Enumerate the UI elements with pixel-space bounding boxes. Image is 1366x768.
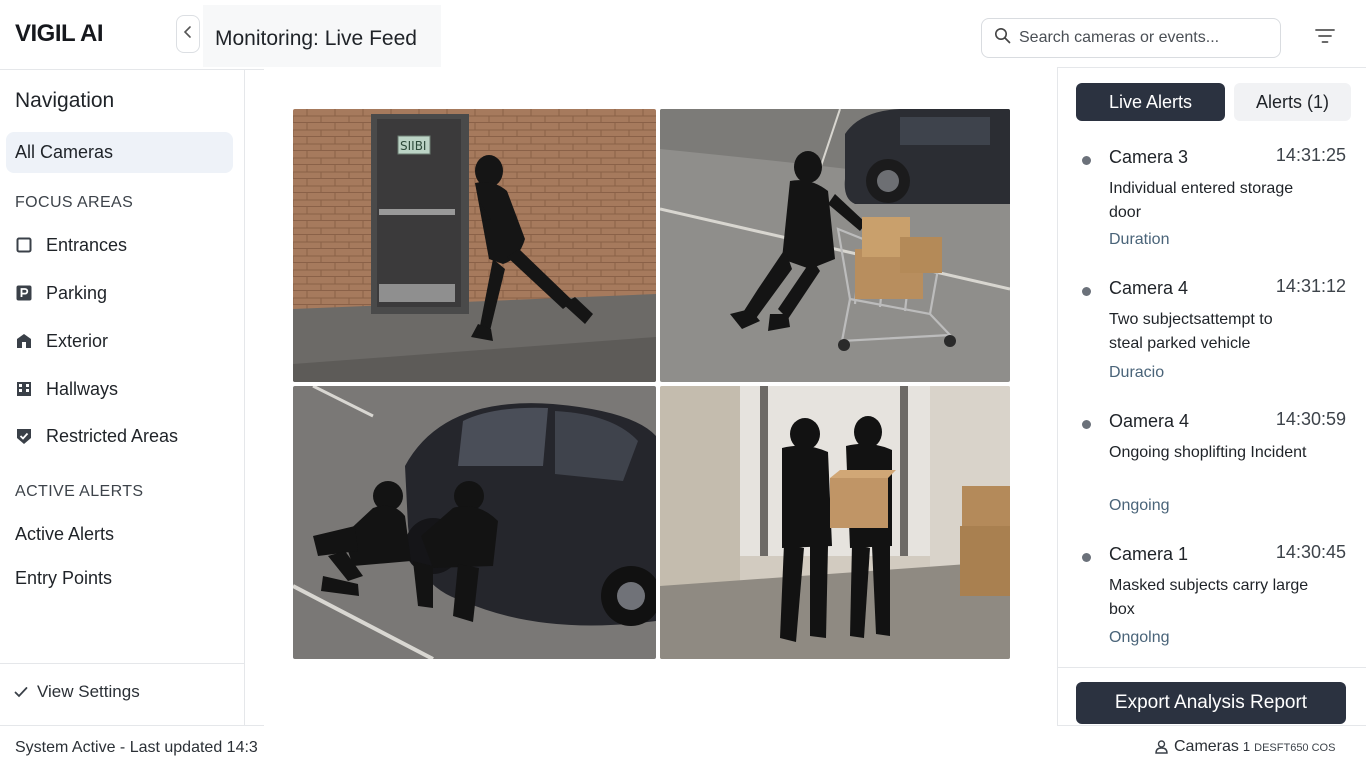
sidebar-item-all-cameras[interactable]: All Cameras — [6, 132, 233, 173]
camera-feed-4[interactable] — [660, 386, 1010, 659]
sidebar-item-label: Restricted Areas — [46, 425, 179, 446]
view-settings-button[interactable]: View Settings — [14, 682, 140, 702]
camera-feed-2[interactable] — [660, 109, 1010, 382]
camera-feed-3[interactable] — [293, 386, 656, 659]
footer-divider — [1057, 725, 1366, 726]
alert-item[interactable]: Camera 4 14:31:12 Two subjectsattempt to… — [1076, 276, 1346, 388]
alert-status: Ongoing — [1109, 497, 1170, 514]
sidebar-item-restricted-areas[interactable]: Restricted Areas — [15, 423, 178, 449]
sidebar-item-parking[interactable]: Parking — [15, 280, 107, 306]
camera-count: Cameras 1 DESFT650 COS — [1155, 738, 1335, 756]
focus-areas-label: FOCUS AREAS — [15, 194, 134, 211]
sidebar-item-active-alerts[interactable]: Active Alerts — [15, 524, 114, 545]
camera-code: DESFT650 COS — [1254, 742, 1336, 754]
alert-dot — [1082, 420, 1091, 429]
alert-status: Duration — [1109, 231, 1170, 248]
alert-camera: Oamera 4 — [1109, 411, 1190, 431]
building-icon — [15, 332, 33, 350]
shield-check-icon — [15, 427, 33, 445]
check-icon — [14, 686, 28, 698]
sidebar-item-label: Hallways — [46, 378, 119, 399]
camera-count-label: Cameras — [1174, 738, 1239, 755]
alert-dot — [1082, 553, 1091, 562]
alert-item[interactable]: Oamera 4 14:30:59 Ongoing shoplifting In… — [1076, 409, 1346, 521]
alert-time: 14:30:45 — [1275, 542, 1346, 562]
footer-divider — [0, 725, 264, 726]
alert-time: 14:31:25 — [1275, 145, 1346, 165]
system-status: System Active - Last updated 14:3 — [15, 739, 258, 756]
view-settings-label: View Settings — [37, 682, 140, 701]
page-title: Monitoring: Live Feed — [203, 5, 441, 67]
chevron-left-icon — [183, 25, 193, 44]
alert-status: Ongolng — [1109, 629, 1170, 646]
camera-count-value: 1 — [1242, 739, 1251, 754]
parking-icon — [15, 284, 33, 302]
sidebar-item-entrances[interactable]: Entrances — [15, 232, 127, 258]
search-box[interactable] — [981, 18, 1281, 58]
alert-camera: Camera 4 — [1109, 278, 1189, 298]
alert-description: Two subjectsattempt to steal parked vehi… — [1109, 311, 1273, 352]
export-report-button[interactable]: Export Analysis Report — [1076, 682, 1346, 724]
alert-description: Ongoing shoplifting Incident — [1109, 444, 1307, 461]
alert-item[interactable]: Camera 1 14:30:45 Masked subjects carry … — [1076, 542, 1346, 654]
search-input[interactable] — [1019, 29, 1269, 47]
camera-feed-grid: SIIBI — [293, 109, 1010, 659]
search-icon — [994, 27, 1011, 49]
grid-building-icon — [15, 380, 33, 398]
sidebar-item-exterior[interactable]: Exterior — [15, 328, 108, 354]
sidebar-item-label: Exterior — [46, 330, 109, 351]
alert-camera: Camera 1 — [1109, 544, 1189, 564]
app-logo: VIGIL AI — [15, 20, 104, 47]
alert-description: Individual entered storage door — [1109, 180, 1294, 221]
sidebar-item-hallways[interactable]: Hallways — [15, 376, 118, 402]
filter-button[interactable] — [1310, 24, 1340, 52]
filter-icon — [1314, 27, 1336, 50]
square-icon — [15, 236, 33, 254]
tab-alerts[interactable]: Alerts (1) — [1234, 83, 1351, 121]
active-alerts-label: ACTIVE ALERTS — [15, 483, 144, 500]
alert-time: 14:31:12 — [1275, 276, 1346, 296]
right-panel-divider — [1057, 667, 1366, 668]
sidebar-heading: Navigation — [15, 89, 115, 112]
tab-live-alerts[interactable]: Live Alerts — [1076, 83, 1225, 121]
user-icon — [1155, 740, 1168, 754]
sidebar-item-label: Parking — [46, 282, 108, 303]
sidebar-item-label: Entrances — [46, 234, 128, 255]
alert-dot — [1082, 156, 1091, 165]
alert-description: Masked subjects carry large box — [1109, 577, 1309, 618]
sidebar-divider — [0, 663, 245, 664]
alert-time: 14:30:59 — [1275, 409, 1346, 429]
alert-dot — [1082, 287, 1091, 296]
alert-item[interactable]: Camera 3 14:31:25 Individual entered sto… — [1076, 145, 1346, 257]
door-sign: SIIBI — [400, 139, 426, 153]
alert-status: Duracio — [1109, 364, 1165, 381]
collapse-sidebar-button[interactable] — [176, 15, 200, 53]
sidebar-item-entry-points[interactable]: Entry Points — [15, 568, 112, 589]
alert-camera: Camera 3 — [1109, 147, 1189, 167]
camera-feed-1[interactable]: SIIBI — [293, 109, 656, 382]
